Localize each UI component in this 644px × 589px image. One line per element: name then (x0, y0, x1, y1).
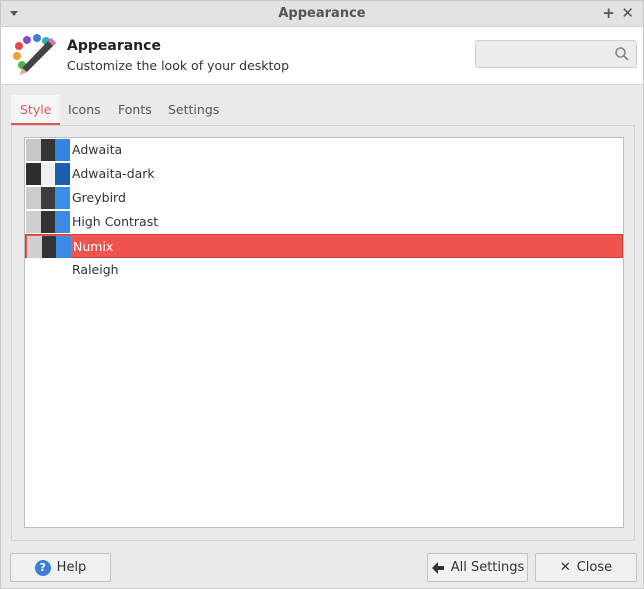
swatch-color (26, 163, 41, 185)
theme-color-swatch (26, 187, 70, 209)
theme-color-swatch (26, 139, 70, 161)
swatch-color (40, 211, 56, 233)
window-title: Appearance (278, 6, 366, 21)
style-panel: Adwaita Adwaita-dark Greybird High Contrast… (11, 126, 635, 541)
theme-name: Raleigh (72, 262, 119, 277)
help-button[interactable]: ? Help (10, 553, 111, 582)
swatch-color (27, 236, 42, 258)
appearance-window: Appearance + ✕ Appearance Customize the … (0, 0, 644, 589)
tab-style[interactable]: Style (11, 95, 61, 125)
swatch-color (40, 163, 56, 185)
swatch-color (56, 236, 71, 258)
swatch-color (26, 211, 41, 233)
arrow-left-icon (431, 561, 444, 574)
theme-name: High Contrast (72, 214, 159, 229)
close-button-label: Close (576, 560, 613, 575)
maximize-icon[interactable]: + (602, 4, 615, 22)
theme-row[interactable]: Numix (25, 234, 623, 258)
theme-list[interactable]: Adwaita Adwaita-dark Greybird High Contrast… (24, 137, 624, 528)
search-input[interactable] (475, 40, 637, 68)
close-button[interactable]: ✕ Close (535, 553, 637, 582)
header: Appearance Customize the look of your de… (1, 27, 643, 85)
close-window-icon[interactable]: ✕ (621, 4, 634, 22)
tab-icons[interactable]: Icons (59, 95, 110, 125)
all-settings-button[interactable]: All Settings (427, 553, 528, 582)
close-icon: ✕ (559, 560, 571, 575)
tab-settings[interactable]: Settings (159, 95, 228, 125)
search-icon (615, 47, 629, 61)
theme-name: Adwaita-dark (72, 166, 155, 181)
help-button-label: Help (56, 560, 87, 575)
swatch-color (41, 236, 57, 258)
swatch-color (26, 139, 41, 161)
header-subtitle: Customize the look of your desktop (67, 58, 290, 73)
theme-row[interactable]: Adwaita-dark (25, 162, 623, 186)
swatch-color (55, 139, 70, 161)
theme-name: Greybird (72, 190, 126, 205)
swatch-color (40, 139, 56, 161)
swatch-color (40, 187, 56, 209)
theme-row[interactable]: Greybird (25, 186, 623, 210)
tab-fonts[interactable]: Fonts (109, 95, 161, 125)
theme-name: Numix (73, 239, 114, 254)
help-icon: ? (34, 559, 51, 576)
all-settings-button-label: All Settings (450, 560, 525, 575)
theme-row[interactable]: Adwaita (25, 138, 623, 162)
theme-color-swatch (26, 211, 70, 233)
theme-row[interactable]: Raleigh (25, 258, 623, 282)
titlebar: Appearance + ✕ (1, 1, 643, 27)
header-title: Appearance (67, 38, 161, 54)
swatch-color (26, 187, 41, 209)
swatch-color (55, 187, 70, 209)
theme-row[interactable]: High Contrast (25, 210, 623, 234)
theme-color-swatch (27, 236, 71, 258)
swatch-color (55, 211, 70, 233)
swatch-color (55, 163, 70, 185)
theme-color-swatch (26, 163, 70, 185)
theme-name: Adwaita (72, 142, 123, 157)
appearance-app-icon (13, 34, 56, 75)
tab-bar: Style Icons Fonts Settings (11, 95, 635, 126)
